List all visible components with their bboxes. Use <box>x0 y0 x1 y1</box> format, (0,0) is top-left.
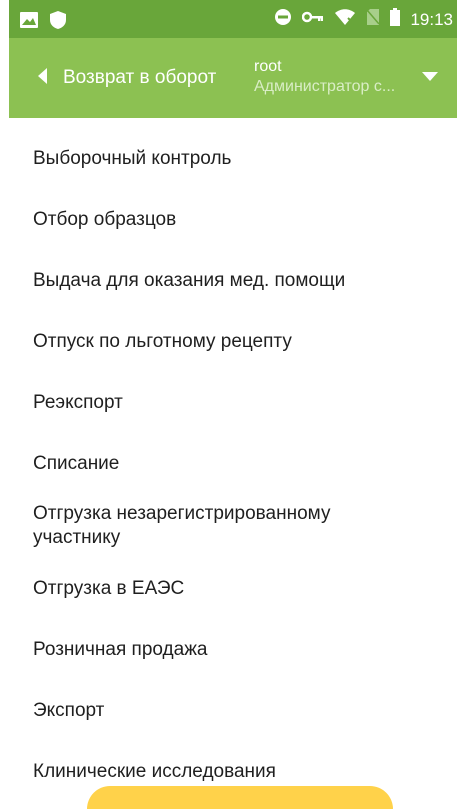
do-not-disturb-icon <box>274 8 292 31</box>
back-button[interactable] <box>31 65 55 91</box>
menu-item-selective-control[interactable]: Выборочный контроль <box>9 128 457 189</box>
page-title[interactable]: Возврат в оборот <box>63 65 216 91</box>
screen-edge <box>0 0 9 809</box>
no-sim-icon <box>366 8 381 31</box>
user-name: root <box>254 58 282 75</box>
menu-item-label: Клинические исследования <box>33 760 276 782</box>
menu-item-write-off[interactable]: Списание <box>9 433 457 494</box>
menu-item-reexport[interactable]: Реэкспорт <box>9 372 457 433</box>
operations-menu: Выборочный контроль Отбор образцов Выдач… <box>9 128 457 802</box>
wifi-off-icon <box>334 8 356 31</box>
menu-item-unregistered-shipment[interactable]: Отгрузка незарегистрированному участнику <box>9 494 457 558</box>
clock-time: 19:13 <box>410 9 453 29</box>
screen: 19:13 Возврат в оборот root Администрато… <box>9 0 457 809</box>
status-left-icons <box>19 10 67 35</box>
menu-item-export[interactable]: Экспорт <box>9 680 457 741</box>
menu-item-label: Отгрузка в ЕАЭС <box>33 577 185 599</box>
app-frame: 19:13 Возврат в оборот root Администрато… <box>0 0 457 809</box>
user-block[interactable]: root Администратор с... <box>254 58 414 98</box>
user-role: Администратор с... <box>254 78 396 95</box>
battery-icon <box>390 8 401 31</box>
menu-item-sampling[interactable]: Отбор образцов <box>9 189 457 250</box>
menu-item-label: Выдача для оказания мед. помощи <box>33 269 346 291</box>
menu-item-label: Реэкспорт <box>33 391 123 413</box>
menu-item-eaeu-shipment[interactable]: Отгрузка в ЕАЭС <box>9 558 457 619</box>
key-icon <box>302 10 324 29</box>
image-icon <box>19 11 39 34</box>
menu-item-label: Выборочный контроль <box>33 147 232 169</box>
bottom-action-button[interactable] <box>87 786 393 809</box>
menu-item-label: Экспорт <box>33 699 105 721</box>
user-menu-button[interactable] <box>419 68 441 86</box>
menu-item-preferential-prescription[interactable]: Отпуск по льготному рецепту <box>9 311 457 372</box>
menu-item-retail-sale[interactable]: Розничная продажа <box>9 619 457 680</box>
menu-item-label: Отпуск по льготному рецепту <box>33 330 292 352</box>
back-arrow-icon <box>38 67 48 89</box>
shield-icon <box>49 10 67 35</box>
status-right-icons: 19:13 <box>274 8 453 31</box>
menu-item-label: Розничная продажа <box>33 638 208 660</box>
chevron-down-icon <box>422 68 438 86</box>
menu-item-label: Отгрузка незарегистрированному участнику <box>33 503 331 548</box>
menu-item-label: Списание <box>33 452 120 474</box>
app-bar: Возврат в оборот root Администратор с... <box>9 38 457 118</box>
status-bar: 19:13 <box>9 0 457 38</box>
menu-item-medical-aid[interactable]: Выдача для оказания мед. помощи <box>9 250 457 311</box>
menu-item-label: Отбор образцов <box>33 208 177 230</box>
